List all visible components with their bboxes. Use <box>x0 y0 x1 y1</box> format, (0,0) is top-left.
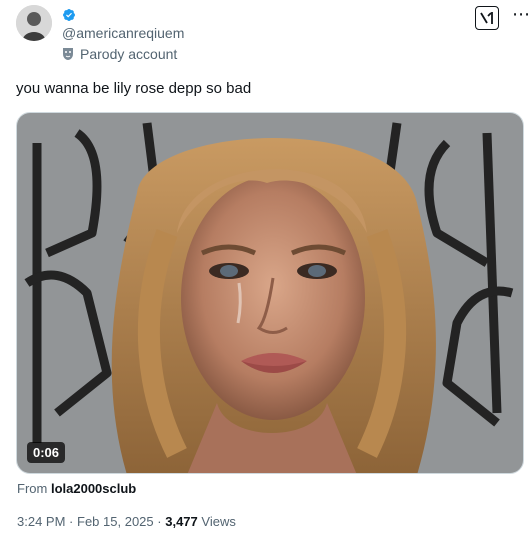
source-prefix: From <box>17 481 48 496</box>
parody-mask-icon <box>63 48 73 60</box>
user-handle[interactable]: @americanreqiuem <box>62 25 184 41</box>
views-count: 3,477 <box>165 514 198 529</box>
verified-badge-icon <box>63 9 75 21</box>
video-source: From lola2000sclub <box>17 481 136 496</box>
video-frame <box>17 113 523 473</box>
video-player[interactable]: 0:06 <box>16 112 524 474</box>
views-label: Views <box>201 514 236 529</box>
avatar[interactable] <box>16 5 52 41</box>
meta-separator: · <box>157 514 162 529</box>
parody-label: Parody account <box>80 46 178 62</box>
video-duration-badge: 0:06 <box>27 442 66 463</box>
tweet-text: you wanna be lily rose depp so bad <box>16 80 252 97</box>
tweet-date[interactable]: Feb 15, 2025 <box>77 514 154 529</box>
grok-icon <box>480 12 493 24</box>
tweet-time[interactable]: 3:24 PM <box>17 514 65 529</box>
source-account-link[interactable]: lola2000sclub <box>51 481 136 496</box>
tweet-meta: 3:24 PM · Feb 15, 2025 · 3,477 Views <box>17 514 236 529</box>
meta-separator: · <box>69 514 74 529</box>
parody-label-row: Parody account <box>62 46 177 62</box>
more-icon[interactable]: ⋯ <box>512 4 530 25</box>
grok-button[interactable] <box>475 6 499 30</box>
